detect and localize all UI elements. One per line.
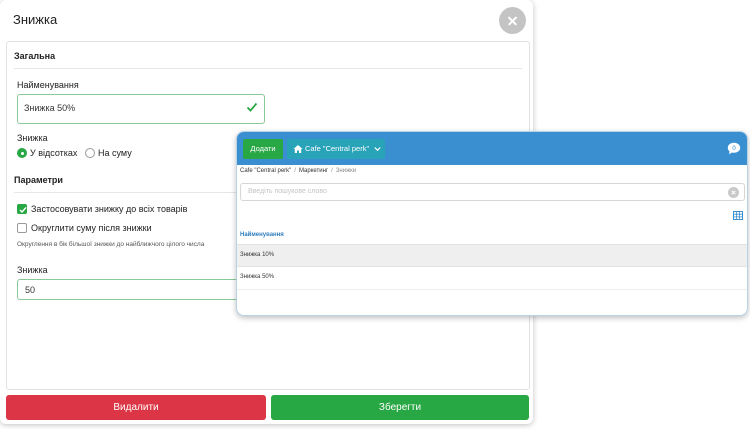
divider (14, 68, 522, 69)
modal-title: Знижка (13, 12, 58, 27)
checkbox-round-sum-label[interactable]: Округлити суму після знижки (31, 223, 152, 233)
check-icon (19, 207, 27, 214)
checkbox-apply-all[interactable] (17, 204, 27, 214)
valid-check-icon (246, 102, 258, 112)
row-name: Знижка 50% (240, 274, 275, 280)
table-row[interactable]: Знижка 50% (237, 266, 747, 290)
chevron-down-icon (374, 147, 381, 152)
row-name: Знижка 10% (240, 252, 275, 258)
table-view-icon[interactable] (733, 211, 743, 220)
section-title-general: Загальна (14, 51, 56, 61)
name-input-value: Знижка 50% (24, 103, 76, 113)
clear-search-icon[interactable] (728, 187, 739, 198)
checkbox-apply-all-label[interactable]: Застосовувати знижку до всіх товарів (31, 204, 187, 214)
add-button[interactable]: Додати (243, 139, 283, 159)
breadcrumb: Cafe "Central perk" / Маркетинг / Знижки (240, 168, 356, 174)
delete-button[interactable]: Видалити (6, 395, 266, 420)
search-input[interactable]: Введіть пошукове слово (240, 183, 745, 201)
column-header-name[interactable]: Найменування (240, 232, 284, 238)
breadcrumb-separator: / (331, 168, 333, 174)
panel-toolbar: Додати Cafe "Central perk" 0 (237, 132, 747, 165)
save-button[interactable]: Зберегти (271, 395, 529, 420)
breadcrumb-item[interactable]: Маркетинг (299, 168, 328, 174)
discounts-list-panel: Додати Cafe "Central perk" 0 Cafe "Centr… (236, 131, 748, 316)
name-input[interactable]: Знижка 50% (17, 94, 265, 124)
discount-value-label: Знижка (17, 265, 48, 275)
chat-badge: 0 (732, 145, 736, 152)
rounding-hint: Округлення в бік більшої знижки до найбл… (17, 241, 205, 248)
search-placeholder: Введіть пошукове слово (248, 188, 327, 195)
radio-amount[interactable] (85, 148, 95, 158)
radio-amount-label[interactable]: На суму (98, 148, 132, 158)
home-icon (293, 145, 303, 153)
close-button[interactable] (499, 7, 526, 34)
breadcrumb-separator: / (294, 168, 296, 174)
table-row[interactable]: Знижка 10% (237, 244, 747, 267)
breadcrumb-current: Знижки (335, 168, 357, 174)
discount-type-label: Знижка (17, 133, 48, 143)
chat-icon[interactable]: 0 (727, 142, 741, 155)
radio-percent-label[interactable]: У відсотках (30, 148, 77, 158)
discount-value-input[interactable]: 50 (17, 279, 247, 300)
name-label: Найменування (17, 80, 79, 90)
cafe-selector-label: Cafe "Central perk" (305, 144, 370, 153)
cafe-selector-button[interactable]: Cafe "Central perk" (287, 139, 385, 159)
modal-header: Знижка (0, 0, 533, 41)
radio-percent[interactable] (17, 148, 27, 158)
checkbox-round-sum[interactable] (17, 223, 27, 233)
section-title-params: Параметри (14, 175, 63, 185)
breadcrumb-item[interactable]: Cafe "Central perk" (240, 168, 291, 174)
discount-value: 50 (25, 285, 36, 295)
